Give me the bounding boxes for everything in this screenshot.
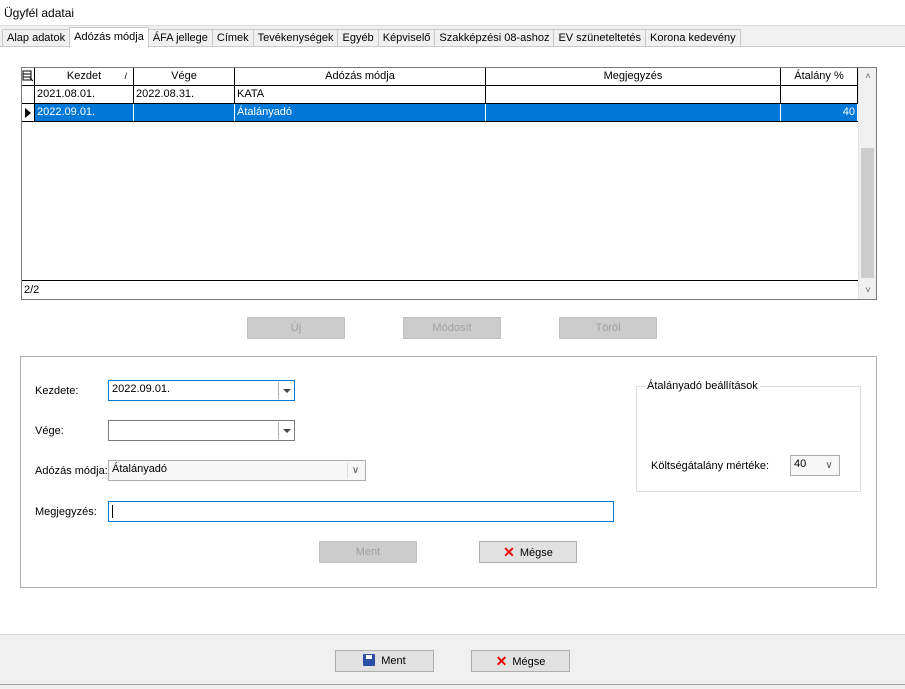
current-row-arrow-icon: [25, 108, 31, 118]
table-row[interactable]: 2022.09.01. Átalányadó 40: [22, 104, 858, 122]
grid-vertical-scrollbar[interactable]: ˄ ˅: [858, 68, 876, 299]
vege-date-picker[interactable]: [108, 420, 295, 441]
scroll-up-icon[interactable]: ˄: [859, 68, 877, 85]
koltsegatalany-label: Költségátalány mértéke:: [651, 460, 770, 472]
column-header-adozas-modja[interactable]: Adózás módja: [235, 68, 486, 85]
tab-page-adozas-modja: Kezdet / Vége Adózás módja Megjegyzés Át…: [0, 46, 905, 634]
cell-kezdet: 2022.09.01.: [35, 104, 134, 121]
column-header-megjegyzes[interactable]: Megjegyzés: [486, 68, 781, 85]
megjegyzes-input[interactable]: [108, 501, 614, 522]
dialog-button-bar: Ment ✕ Mégse: [0, 634, 905, 689]
adozas-modja-select[interactable]: Átalányadó ∨: [108, 460, 366, 481]
cell-atalany: [781, 86, 858, 103]
form-cancel-button[interactable]: ✕ Mégse: [479, 541, 577, 563]
cell-kezdet: 2021.08.01.: [35, 86, 134, 103]
text-caret: [112, 505, 113, 518]
column-header-vege[interactable]: Vége: [134, 68, 235, 85]
megjegyzes-label: Megjegyzés:: [35, 506, 97, 518]
save-button[interactable]: Ment: [335, 650, 434, 672]
cancel-button[interactable]: ✕ Mégse: [471, 650, 570, 672]
status-strip: [0, 684, 905, 689]
tab-adozas-modja[interactable]: Adózás módja: [69, 27, 149, 48]
sort-indicator-icon: /: [124, 71, 127, 81]
table-row[interactable]: 2021.08.01. 2022.08.31. KATA: [22, 86, 858, 104]
adozas-grid[interactable]: Kezdet / Vége Adózás módja Megjegyzés Át…: [21, 67, 877, 300]
cell-adozas-modja: Átalányadó: [235, 104, 486, 121]
group-title: Átalányadó beállítások: [645, 380, 760, 392]
cell-megjegyzes: [486, 104, 781, 121]
edit-panel: Kezdete: 2022.09.01. Vége: Adózás módja:…: [20, 356, 877, 588]
save-disk-icon: [363, 654, 376, 666]
close-icon: ✕: [495, 653, 508, 669]
cell-adozas-modja: KATA: [235, 86, 486, 103]
window-titlebar: Ügyfél adatai: [0, 0, 905, 26]
grid-record-counter: 2/2: [22, 280, 858, 299]
column-header-atalany[interactable]: Átalány %: [781, 68, 858, 85]
adozas-modja-label: Adózás módja:: [35, 465, 108, 477]
cell-vege: [134, 104, 235, 121]
grid-header: Kezdet / Vége Adózás módja Megjegyzés Át…: [22, 68, 858, 86]
form-save-button[interactable]: Ment: [319, 541, 417, 563]
window-title: Ügyfél adatai: [4, 6, 75, 20]
chevron-down-icon: ∨: [825, 460, 833, 471]
kezdete-label: Kezdete:: [35, 385, 79, 397]
atalanyado-settings-group: Átalányadó beállítások Költségátalány mé…: [636, 380, 861, 492]
cell-vege: 2022.08.31.: [134, 86, 235, 103]
row-indicator: [22, 86, 35, 103]
grid-corner-icon[interactable]: [22, 68, 35, 85]
modify-button[interactable]: Módosít: [403, 317, 501, 339]
vege-label: Vége:: [35, 425, 64, 437]
chevron-down-icon: ∨: [347, 463, 363, 478]
delete-button[interactable]: Töröl: [559, 317, 657, 339]
koltsegatalany-select[interactable]: 40 ∨: [790, 455, 840, 476]
close-icon: ✕: [503, 544, 515, 560]
scroll-thumb[interactable]: [861, 148, 874, 278]
tab-strip: Alap adatok Adózás módja ÁFA jellege Cím…: [2, 27, 741, 48]
row-indicator: [22, 104, 35, 121]
cell-atalany: 40: [781, 104, 858, 121]
chevron-down-icon[interactable]: [278, 422, 293, 439]
cell-megjegyzes: [486, 86, 781, 103]
kezdete-date-picker[interactable]: 2022.09.01.: [108, 380, 295, 401]
column-header-kezdet[interactable]: Kezdet /: [35, 68, 134, 85]
scroll-down-icon[interactable]: ˅: [859, 282, 877, 299]
chevron-down-icon[interactable]: [278, 382, 293, 399]
new-button[interactable]: Új: [247, 317, 345, 339]
